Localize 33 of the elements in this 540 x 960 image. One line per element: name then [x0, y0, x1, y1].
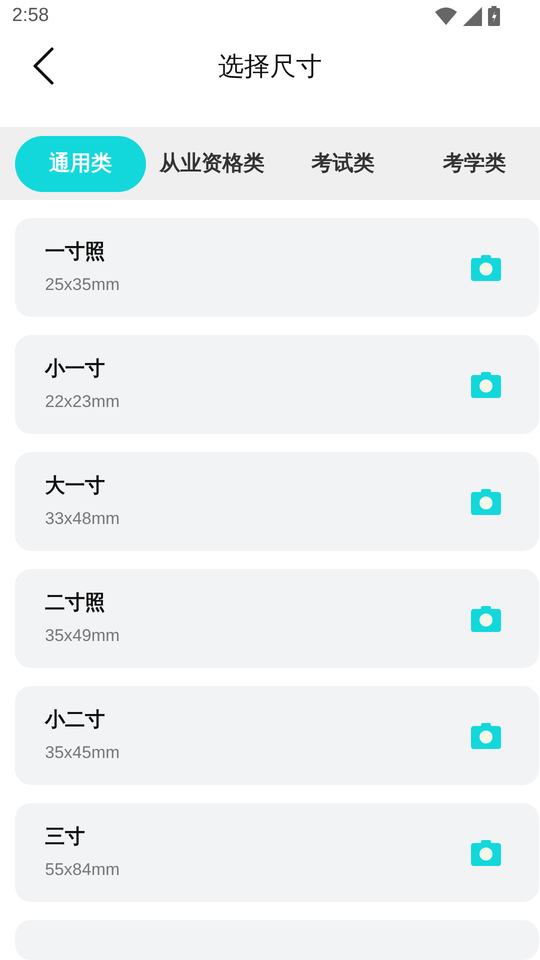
camera-icon[interactable]: [471, 840, 501, 866]
size-dimensions: 35x45mm: [45, 744, 120, 761]
size-name: 小一寸: [45, 359, 106, 379]
size-card[interactable]: 三寸 55x84mm: [15, 803, 539, 902]
status-time: 2:58: [12, 4, 49, 28]
camera-icon[interactable]: [471, 372, 501, 398]
size-dimensions: 55x84mm: [45, 861, 120, 878]
size-dimensions: 33x48mm: [45, 510, 120, 527]
size-dimensions: 22x23mm: [45, 393, 120, 410]
page-title: 选择尺寸: [218, 50, 322, 83]
category-tab[interactable]: 从业资格类: [146, 136, 278, 192]
size-card[interactable]: 小一寸 22x23mm: [15, 335, 539, 434]
size-dimensions: 25x35mm: [45, 276, 120, 293]
camera-icon[interactable]: [471, 254, 501, 280]
size-card[interactable]: 大一寸 33x48mm: [15, 452, 539, 551]
size-name: 一寸照: [45, 242, 106, 262]
camera-icon[interactable]: [471, 606, 501, 632]
battery-icon: [488, 6, 500, 26]
size-name: 小二寸: [45, 710, 106, 730]
size-card[interactable]: 二寸照 35x49mm: [15, 569, 539, 668]
size-name: 三寸: [45, 827, 86, 847]
signal-icon: [463, 6, 482, 26]
wifi-icon: [435, 7, 457, 26]
size-card[interactable]: 小二寸 35x45mm: [15, 686, 539, 785]
category-tab[interactable]: 考学类: [408, 136, 540, 192]
camera-icon[interactable]: [471, 488, 501, 514]
size-name: 大一寸: [45, 476, 106, 496]
camera-icon[interactable]: [471, 722, 501, 748]
size-name: 二寸照: [45, 593, 106, 613]
size-card[interactable]: 一寸照 25x35mm: [15, 218, 539, 317]
category-tab[interactable]: 考试类: [278, 136, 409, 192]
back-icon: [32, 47, 54, 86]
size-dimensions: 35x49mm: [45, 627, 120, 644]
